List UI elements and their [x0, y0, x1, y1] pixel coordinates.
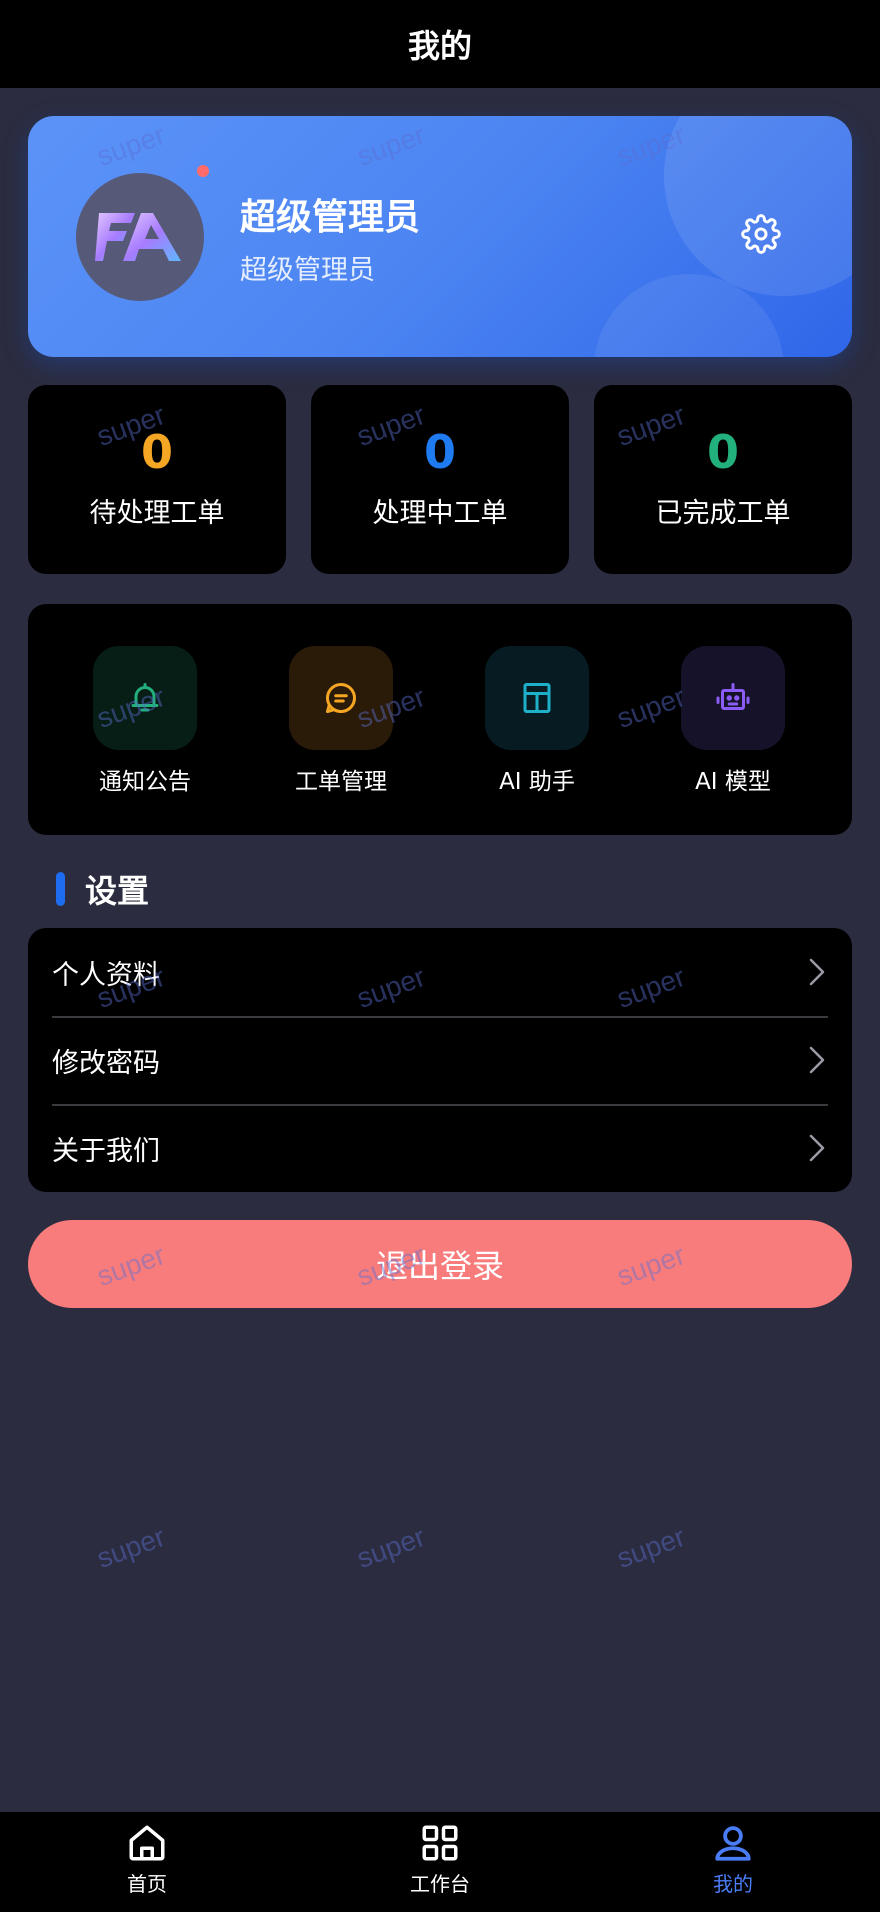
chat-icon — [326, 683, 356, 713]
settings-item-password[interactable]: 修改密码 — [52, 1016, 828, 1104]
tool-work-orders[interactable]: 工单管理 — [261, 646, 421, 796]
logout-label: 退出登录 — [375, 1247, 504, 1285]
section-title: 设置 — [85, 872, 150, 910]
decor-circle — [664, 116, 852, 296]
stat-label: 已完成工单 — [655, 498, 791, 529]
bottom-tab-bar: 首页 工作台 我的 — [0, 1812, 880, 1912]
tool-icon-box — [289, 646, 393, 750]
watermark: super — [612, 1520, 690, 1575]
tab-label: 工作台 — [410, 1872, 470, 1896]
layout-icon — [523, 683, 551, 713]
settings-list: 个人资料 修改密码 关于我们 — [28, 928, 852, 1192]
avatar[interactable] — [76, 173, 204, 301]
fa-logo — [95, 213, 181, 261]
tool-icon-box — [93, 646, 197, 750]
tool-icon-box — [485, 646, 589, 750]
user-role: 超级管理员 — [240, 255, 375, 286]
tool-ai-model[interactable]: AI 模型 — [653, 646, 813, 796]
robot-icon — [716, 683, 750, 710]
stat-label: 待处理工单 — [89, 498, 225, 529]
online-dot — [197, 165, 209, 177]
home-icon — [129, 1825, 165, 1861]
stat-value: 0 — [140, 425, 173, 479]
profile-card[interactable]: 超级管理员 超级管理员 — [28, 116, 852, 357]
user-name: 超级管理员 — [240, 197, 421, 238]
stat-value: 0 — [423, 425, 456, 479]
settings-item-label: 修改密码 — [52, 1047, 160, 1079]
quick-tools-card: 通知公告 工单管理 AI 助手 AI 模型 — [28, 604, 852, 835]
chevron-right-icon — [809, 1134, 825, 1162]
tool-icon-box — [681, 646, 785, 750]
settings-section-header: 设置 — [56, 866, 149, 912]
bell-icon — [131, 683, 159, 712]
tool-label: AI 模型 — [695, 769, 771, 795]
watermark: super — [352, 1520, 430, 1575]
stat-label: 处理中工单 — [372, 498, 508, 529]
tab-workbench[interactable]: 工作台 — [380, 1822, 500, 1897]
settings-item-profile[interactable]: 个人资料 — [52, 928, 828, 1016]
stat-card-pending[interactable]: 0 待处理工单 — [28, 385, 286, 574]
tool-label: 通知公告 — [99, 769, 191, 795]
page-title: 我的 — [407, 27, 472, 65]
tool-label: 工单管理 — [295, 769, 387, 795]
tab-label: 我的 — [713, 1872, 753, 1896]
watermark: super — [92, 1520, 170, 1575]
tab-label: 首页 — [127, 1872, 167, 1896]
user-icon — [715, 1826, 751, 1861]
stat-card-processing[interactable]: 0 处理中工单 — [311, 385, 569, 574]
grid-icon — [422, 1825, 458, 1861]
logout-button[interactable]: 退出登录 — [28, 1220, 852, 1308]
settings-item-label: 关于我们 — [52, 1135, 160, 1167]
gear-icon[interactable] — [741, 214, 781, 254]
tool-label: AI 助手 — [499, 769, 575, 795]
chevron-right-icon — [809, 958, 825, 986]
tool-notifications[interactable]: 通知公告 — [65, 646, 225, 796]
settings-item-label: 个人资料 — [52, 959, 160, 991]
tool-ai-assistant[interactable]: AI 助手 — [457, 646, 617, 796]
section-accent-bar — [56, 872, 65, 906]
tab-home[interactable]: 首页 — [87, 1822, 207, 1897]
chevron-right-icon — [809, 1046, 825, 1074]
top-bar: 我的 — [0, 0, 880, 88]
stat-card-completed[interactable]: 0 已完成工单 — [594, 385, 852, 574]
tab-mine[interactable]: 我的 — [673, 1822, 793, 1897]
stat-value: 0 — [706, 425, 739, 479]
settings-item-about[interactable]: 关于我们 — [52, 1104, 828, 1192]
